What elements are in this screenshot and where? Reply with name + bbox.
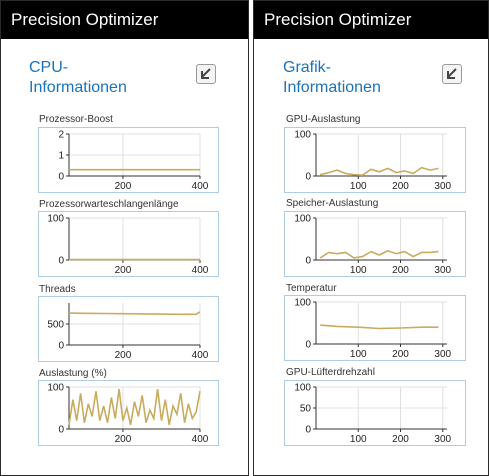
chart-svg: 100 200 300 100 0: [294, 298, 451, 361]
chart-processor-queue: 200 400 100 0: [38, 211, 219, 277]
metric-label: Auslastung (%): [39, 368, 107, 379]
section-title: CPU- Informationen: [29, 58, 127, 98]
y-tick-label: 0: [305, 172, 311, 183]
x-tick-label: 200: [115, 181, 132, 192]
x-tick-label: 200: [392, 265, 409, 276]
x-tick-label: 400: [192, 265, 209, 276]
series-line: [68, 311, 201, 316]
x-tick-label: 400: [192, 350, 209, 361]
y-tick-label: 0: [305, 256, 311, 267]
chart-svg: 200 400 100 0: [47, 383, 209, 446]
y-tick-label: 100: [294, 298, 311, 309]
x-tick-label: 400: [192, 181, 209, 192]
chart-gpu-utilization: 100 200 300 100 0: [284, 127, 466, 193]
section-title-line1: CPU-: [29, 59, 69, 76]
metric-label: Prozessor-Boost: [39, 114, 113, 125]
chart-processor-boost: 200 400 2 1 0: [38, 127, 219, 193]
x-tick-label: 100: [350, 349, 367, 360]
metric-label: GPU-Lüfterdrehzahl: [286, 367, 375, 378]
y-tick-label: 0: [58, 172, 64, 183]
series-line: [320, 324, 439, 330]
y-tick-label: 100: [294, 214, 311, 225]
x-tick-label: 100: [350, 265, 367, 276]
y-tick-label: 100: [294, 130, 311, 141]
x-tick-label: 200: [115, 434, 132, 445]
x-tick-label: 200: [115, 350, 132, 361]
chart-svg: 200 400 100 0: [47, 214, 209, 277]
y-tick-label: 0: [58, 256, 64, 267]
series-line: [68, 388, 201, 425]
chart-svg: 100 200 300 100 50 0: [294, 383, 451, 446]
x-tick-label: 100: [350, 181, 367, 192]
gpu-panel: Precision Optimizer Grafik- Informatione…: [253, 0, 489, 476]
chart-threads: 200 400 500 0: [38, 296, 219, 362]
y-tick-label: 500: [47, 320, 64, 331]
chart-svg: 100 200 300 100 0: [294, 214, 451, 277]
metric-label: GPU-Auslastung: [286, 114, 361, 125]
y-tick-label: 0: [305, 425, 311, 436]
collapse-arrow-icon[interactable]: [442, 64, 462, 84]
series-line: [320, 166, 439, 177]
y-tick-label: 2: [58, 130, 64, 141]
x-tick-label: 400: [192, 434, 209, 445]
section-title: Grafik- Informationen: [283, 58, 381, 98]
y-tick-label: 0: [58, 341, 64, 352]
chart-memory-utilization: 100 200 300 100 0: [284, 211, 466, 277]
chart-fan-speed: 100 200 300 100 50 0: [284, 380, 466, 446]
section-title-line2: Informationen: [29, 79, 127, 96]
chart-svg: 100 200 300 100 0: [294, 130, 451, 193]
metric-label: Prozessorwarteschlangenlänge: [39, 199, 179, 210]
y-tick-label: 50: [300, 404, 312, 415]
x-tick-label: 300: [434, 434, 451, 445]
x-tick-label: 300: [434, 349, 451, 360]
y-tick-label: 0: [305, 340, 311, 351]
section-title-line2: Informationen: [283, 79, 381, 96]
section-title-line1: Grafik-: [283, 59, 331, 76]
metric-label: Speicher-Auslastung: [286, 198, 379, 209]
metric-label: Temperatur: [286, 283, 337, 294]
x-tick-label: 100: [350, 434, 367, 445]
x-tick-label: 200: [115, 265, 132, 276]
x-tick-label: 300: [434, 265, 451, 276]
collapse-arrow-icon[interactable]: [196, 64, 216, 84]
cpu-panel: Precision Optimizer CPU- Informationen P…: [0, 0, 249, 476]
x-tick-label: 300: [434, 181, 451, 192]
chart-svg: 200 400 2 1 0: [58, 130, 209, 193]
metric-label: Threads: [39, 284, 76, 295]
x-tick-label: 200: [392, 434, 409, 445]
y-tick-label: 0: [58, 425, 64, 436]
series-line: [319, 249, 439, 259]
y-tick-label: 100: [47, 383, 64, 394]
x-tick-label: 200: [392, 181, 409, 192]
chart-svg: 200 400 500 0: [47, 303, 209, 361]
app-title-bar: Precision Optimizer: [254, 1, 488, 39]
y-tick-label: 100: [47, 214, 64, 225]
y-tick-label: 100: [294, 383, 311, 394]
chart-temperature: 100 200 300 100 0: [284, 295, 466, 361]
chart-utilization: 200 400 100 0: [38, 380, 219, 446]
app-title-bar: Precision Optimizer: [1, 1, 248, 39]
y-tick-label: 1: [58, 151, 64, 162]
x-tick-label: 200: [392, 349, 409, 360]
